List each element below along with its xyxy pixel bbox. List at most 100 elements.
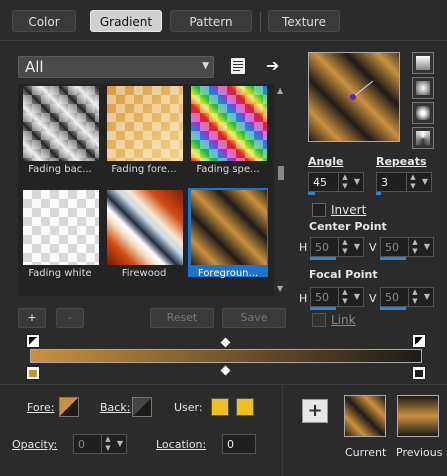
chevron-down-icon[interactable]: ▼ [115,435,125,453]
add-to-library-button[interactable]: + [302,399,328,423]
chevron-down-icon[interactable]: ▼ [420,173,430,191]
spinner-icon[interactable]: ▲ ▼ [406,173,419,191]
invert-checkbox[interactable] [312,203,326,217]
tab-pattern[interactable]: Pattern [170,10,252,32]
color-stop-left[interactable] [26,366,40,380]
focal-h-slider[interactable] [310,307,336,310]
chevron-down-icon[interactable]: ▼ [422,288,432,306]
gradient-item[interactable]: Firewood [104,188,184,279]
spinner-icon[interactable]: ▲ ▼ [338,288,351,306]
gradient-item-label: Foregroun... [197,268,259,279]
transparency-stop-left[interactable] [26,334,40,348]
repeats-input[interactable]: 3 ▲ ▼ ▼ [376,172,432,192]
chevron-down-icon[interactable]: ▼ [352,238,362,256]
export-arrow-icon[interactable]: ➔ [266,56,279,75]
center-point-label: Center Point [309,220,387,233]
spinner-icon[interactable]: ▲ ▼ [408,288,421,306]
chevron-down-icon[interactable]: ▼ [352,288,362,306]
center-v-label: V [369,241,377,254]
library-menu-icon[interactable] [231,58,245,74]
spinner-icon[interactable]: ▲ ▼ [408,238,421,256]
focal-h-input[interactable]: 50 ▲ ▼ ▼ [310,287,364,307]
scroll-down-icon[interactable]: ▼ [277,284,283,293]
location-label: Location: [156,438,207,451]
scroll-thumb[interactable] [278,166,284,180]
center-v-slider[interactable] [380,257,406,260]
bottom-divider [0,384,447,385]
gradient-swatch [23,86,99,161]
invert-label: Invert [331,203,367,217]
focal-v-slider[interactable] [380,307,406,310]
sunburst-style-button[interactable] [412,102,434,124]
opacity-midpoint-marker[interactable] [220,337,231,348]
link-checkbox[interactable] [312,313,326,327]
gradient-swatch [191,190,267,265]
gradient-item-label: Firewood [121,268,167,279]
bottom-vertical-divider [282,386,283,476]
angle-label: Angle [308,155,344,168]
rectangular-style-button[interactable] [412,77,434,99]
back-label: Back: [100,401,131,414]
center-v-input[interactable]: 50 ▲ ▼ ▼ [380,237,434,257]
fore-color-button[interactable] [59,397,79,417]
reset-button[interactable]: Reset [150,308,214,328]
tab-gradient[interactable]: Gradient [90,10,162,32]
angle-input[interactable]: 45 ▲ ▼ ▼ [308,172,364,192]
add-gradient-button[interactable]: + [18,308,46,328]
repeats-slider[interactable] [376,192,381,195]
opacity-input[interactable]: 0 ▲ ▼ ▼ [73,434,127,454]
transparency-stop-right[interactable] [412,334,426,348]
focal-v-input[interactable]: 50 ▲ ▼ ▼ [380,287,434,307]
previous-gradient-swatch[interactable] [397,395,439,437]
user-color-swatch-2[interactable] [236,398,254,416]
radial-style-button[interactable] [412,127,434,149]
spinner-icon[interactable]: ▲ ▼ [338,173,351,191]
remove-gradient-button[interactable]: - [56,308,84,328]
tab-divider [260,12,261,32]
color-stop-right[interactable] [412,366,426,380]
gradient-preview[interactable] [308,52,400,142]
user-color-swatch[interactable] [211,398,229,416]
gradient-item-label: Fading fore... [111,164,177,175]
user-label: User: [174,401,203,414]
focal-h-label: H [299,292,308,305]
fore-label: Fore: [27,401,55,414]
gradient-item[interactable]: Fading bac... [20,84,100,175]
location-input[interactable]: 0 [222,434,256,454]
spinner-icon[interactable]: ▲ ▼ [101,435,114,453]
center-h-slider[interactable] [310,257,336,260]
gradient-item[interactable]: Fading fore... [104,84,184,175]
category-dropdown[interactable]: All ▼ [18,56,214,78]
tabs-divider [0,40,447,41]
gradient-library-grid: Fading bac... Fading fore... Fading spe.… [18,84,274,296]
center-h-input[interactable]: 50 ▲ ▼ ▼ [310,237,364,257]
repeats-label: Repeats [376,155,427,168]
gradient-bar[interactable] [30,349,422,363]
gradient-item-selected[interactable]: Foregroun... [188,188,268,279]
link-label: Link [331,313,356,327]
color-midpoint-marker[interactable] [220,365,231,376]
gradient-swatch [107,86,183,161]
scroll-up-icon[interactable]: ▲ [277,86,283,95]
chevron-down-icon: ▼ [202,61,209,71]
gradient-item-label: Fading spe... [196,164,260,175]
focal-point-label: Focal Point [309,268,378,281]
current-label: Current [345,446,387,459]
save-button[interactable]: Save [222,308,286,328]
category-value: All [25,58,44,76]
angle-slider[interactable] [308,192,315,195]
gradient-item-label: Fading white [28,268,92,279]
chevron-down-icon[interactable]: ▼ [352,173,362,191]
gradient-item[interactable]: Fading white [20,188,100,279]
center-h-label: H [299,241,308,254]
library-scrollbar[interactable]: ▲ ▼ [276,84,286,296]
spinner-icon[interactable]: ▲ ▼ [338,238,351,256]
linear-style-button[interactable] [412,52,434,74]
chevron-down-icon[interactable]: ▼ [422,238,432,256]
gradient-swatch [107,190,183,265]
gradient-item[interactable]: Fading spe... [188,84,268,175]
tab-color[interactable]: Color [12,10,76,32]
angle-handle[interactable] [309,53,399,141]
back-color-button[interactable] [132,397,152,417]
tab-texture[interactable]: Texture [268,10,340,32]
